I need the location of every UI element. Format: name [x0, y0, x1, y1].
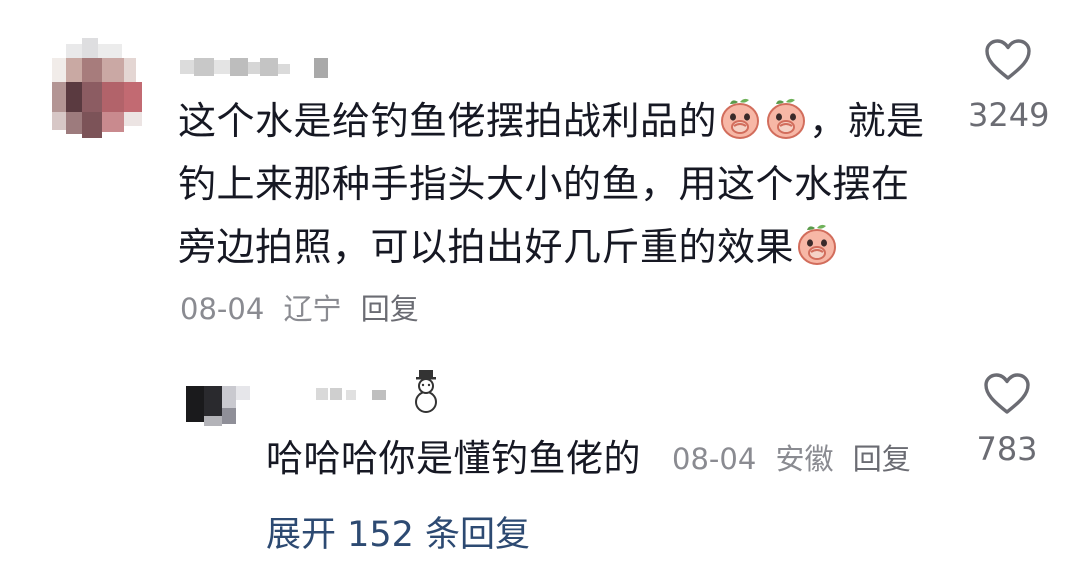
reply-location: 安徽	[775, 442, 834, 476]
reply-button[interactable]: 回复	[853, 442, 911, 476]
reply-avatar[interactable]	[186, 386, 258, 430]
comment-text: 这个水是给钓鱼佬摆拍战利品的 ，就是钓上来那种手指头大小的鱼，用这个水摆在旁边拍…	[178, 90, 938, 279]
comment-location: 辽宁	[283, 292, 342, 326]
reply-date: 08-04	[672, 442, 757, 476]
like-count: 783	[976, 430, 1038, 468]
peach-cover-mouth-emoji	[798, 224, 837, 265]
reply-username-blurred[interactable]	[310, 366, 450, 416]
comment-date: 08-04	[180, 292, 265, 326]
username-blurred[interactable]	[180, 52, 340, 86]
like-button[interactable]: 3249	[968, 38, 1050, 134]
reply-text: 哈哈哈你是懂钓鱼佬的	[266, 437, 641, 480]
snowman-icon	[415, 370, 437, 413]
expand-replies-button[interactable]: 展开 152 条回复	[266, 506, 530, 557]
reply-like-button[interactable]: 783	[970, 372, 1044, 468]
reply-meta: 08-04 安徽 回复	[672, 436, 921, 478]
peach-cover-mouth-emoji	[721, 98, 760, 139]
heart-icon	[985, 39, 1031, 80]
comment-text-part-1: 这个水是给钓鱼佬摆拍战利品的	[178, 99, 718, 143]
like-count: 3249	[968, 96, 1050, 134]
peach-cover-mouth-emoji	[767, 98, 806, 139]
pixelated-avatar-image	[186, 386, 258, 430]
pixelated-avatar-image	[52, 38, 142, 138]
comment-meta: 08-04 辽宁 回复	[180, 286, 429, 328]
blurred-username	[180, 58, 328, 78]
avatar[interactable]	[52, 38, 142, 138]
blurred-username	[316, 370, 437, 413]
heart-icon	[984, 373, 1030, 414]
reply-button[interactable]: 回复	[361, 292, 419, 326]
